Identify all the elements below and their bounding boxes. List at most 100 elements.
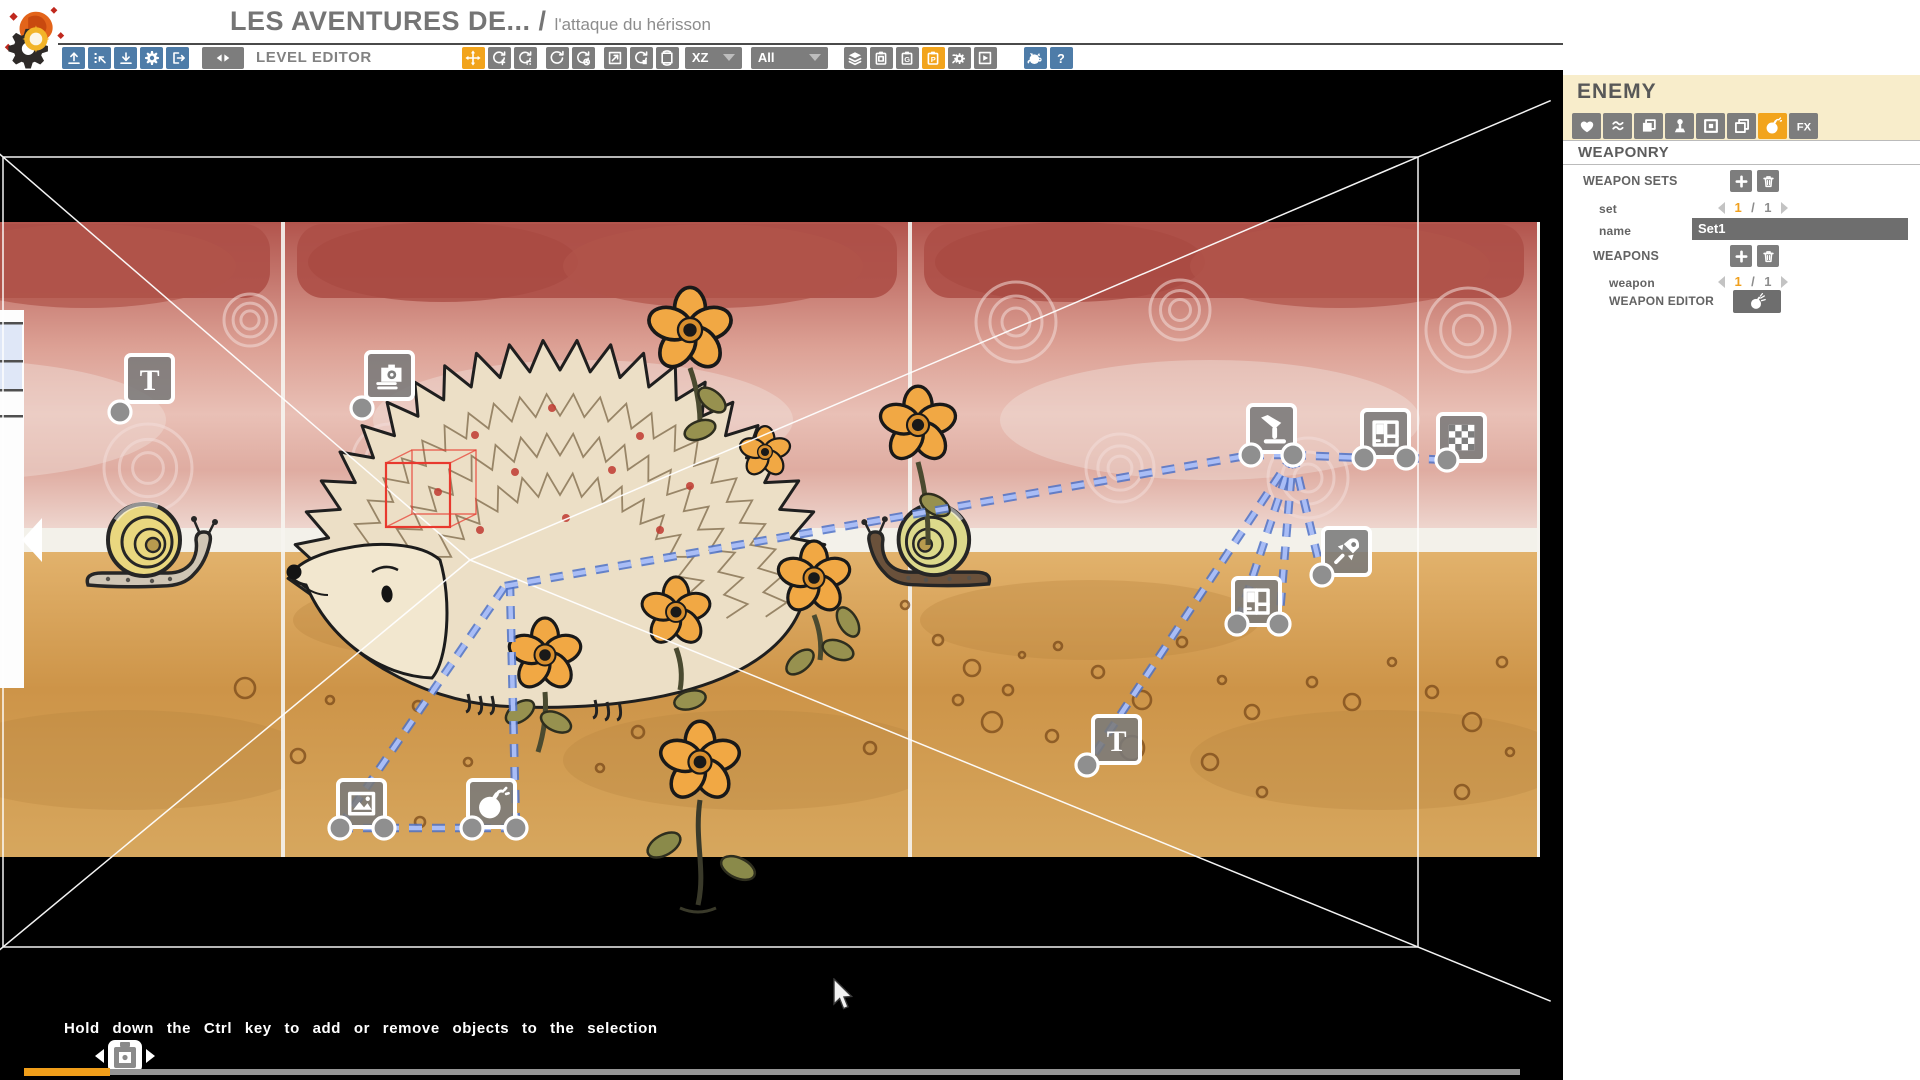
path-knob[interactable] — [1268, 613, 1290, 635]
mode-label: LEVEL EDITOR — [256, 49, 372, 66]
flip-box-icon — [659, 50, 675, 66]
clipboard-button[interactable] — [870, 47, 893, 69]
tab-layers[interactable] — [1634, 113, 1663, 139]
rotate-timed-button[interactable] — [572, 47, 595, 69]
tab-weaponry[interactable] — [1758, 113, 1787, 139]
clipboard-group-button[interactable]: G — [896, 47, 919, 69]
weapon-editor-label: WEAPON EDITOR — [1609, 294, 1714, 308]
path-knob[interactable] — [1226, 613, 1248, 635]
tab-movement[interactable] — [1603, 113, 1632, 139]
file-button-group — [62, 47, 192, 69]
level-editor-app: LES AVENTURES DE... /l'attaque du hériss… — [0, 0, 1920, 1080]
timeline-progress[interactable] — [24, 1068, 110, 1076]
path-knob[interactable] — [1395, 447, 1417, 469]
path-knob[interactable] — [1240, 444, 1262, 466]
open-weapon-editor-button[interactable] — [1733, 290, 1781, 313]
help-icon: ? — [1053, 50, 1069, 66]
prev-weapon-icon[interactable] — [1718, 276, 1725, 288]
help-button[interactable]: ? — [1050, 47, 1073, 69]
prev-frame-icon[interactable] — [95, 1049, 104, 1063]
project-title: LES AVENTURES DE... / — [230, 6, 547, 36]
mouse-cursor — [832, 978, 856, 1012]
rotate-icon — [549, 50, 565, 66]
next-weapon-icon[interactable] — [1781, 276, 1788, 288]
page-title: LES AVENTURES DE... /l'attaque du hériss… — [230, 6, 711, 37]
rotate-object-button[interactable] — [630, 47, 653, 69]
scene-viewport[interactable]: TT — [0, 70, 1563, 1080]
add-weapon-button[interactable] — [1730, 245, 1752, 267]
timeline-track[interactable] — [24, 1069, 1520, 1075]
layers-button[interactable] — [844, 47, 867, 69]
rotate-snap-button[interactable] — [514, 47, 537, 69]
bomb-spray-icon — [1749, 293, 1766, 310]
set-current-value: 1 — [1734, 200, 1741, 215]
path-knob[interactable] — [1282, 444, 1304, 466]
play-button[interactable] — [974, 47, 997, 69]
rotate-square-icon — [633, 50, 649, 66]
delete-weapon-set-button[interactable] — [1757, 170, 1779, 192]
path-knob[interactable] — [505, 817, 527, 839]
level-canvas[interactable]: TT Hold down the Ctrl key to add or remo… — [0, 70, 1563, 1080]
tab-fx[interactable]: FX — [1789, 113, 1818, 139]
path-knob[interactable] — [461, 817, 483, 839]
status-hint: Hold down the Ctrl key to add or remove … — [64, 1020, 658, 1037]
fx-icon: FX — [1795, 117, 1813, 135]
tab-health[interactable] — [1572, 113, 1601, 139]
filter-dropdown[interactable]: All — [751, 47, 828, 69]
text-object-marker[interactable]: T — [126, 355, 173, 402]
rotate-grid-icon — [517, 50, 533, 66]
path-knob[interactable] — [1436, 449, 1458, 471]
path-knob[interactable] — [1076, 754, 1098, 776]
mascot-button[interactable] — [1024, 47, 1047, 69]
path-knob[interactable] — [351, 397, 373, 419]
frame-icon — [1702, 117, 1720, 135]
tab-frame[interactable] — [1696, 113, 1725, 139]
next-frame-icon[interactable] — [146, 1049, 155, 1063]
scale-icon — [607, 50, 623, 66]
path-knob[interactable] — [329, 817, 351, 839]
exit-button[interactable] — [166, 47, 189, 69]
play-icon — [977, 50, 993, 66]
svg-text:P: P — [931, 55, 936, 64]
path-knob[interactable] — [109, 401, 131, 423]
enemy-panel: ENEMY FX WEAPONRY WEAPON SETS set 1 / 1 … — [1563, 70, 1920, 1080]
photo-object-marker[interactable] — [366, 352, 413, 399]
text-object-marker-2[interactable]: T — [1093, 716, 1140, 763]
trash-icon — [1761, 249, 1776, 264]
tab-controls[interactable] — [1665, 113, 1694, 139]
weapons-label: WEAPONS — [1593, 249, 1659, 263]
tile-seam — [281, 222, 285, 857]
flip-object-button[interactable] — [656, 47, 679, 69]
waves-icon — [1609, 117, 1627, 135]
delete-weapon-button[interactable] — [1757, 245, 1779, 267]
weapon-editor-row: WEAPON EDITOR — [1563, 292, 1920, 316]
settings-button[interactable] — [140, 47, 163, 69]
tab-duplicates[interactable] — [1727, 113, 1756, 139]
name-label: name — [1599, 224, 1631, 238]
name-row: name Set1 — [1563, 218, 1920, 242]
path-knob[interactable] — [1311, 564, 1333, 586]
path-knob[interactable] — [1353, 447, 1375, 469]
rotate-free-button[interactable] — [488, 47, 511, 69]
path-knob[interactable] — [373, 817, 395, 839]
main-toolbar: LEVEL EDITOR XZ All G P ? — [0, 46, 1076, 69]
next-set-icon[interactable] — [1781, 202, 1788, 214]
download-button[interactable] — [114, 47, 137, 69]
download-icon — [118, 50, 134, 66]
explosion-gear-logo-icon[interactable] — [2, 2, 66, 74]
import-button[interactable] — [88, 47, 111, 69]
rotate-left-button[interactable] — [546, 47, 569, 69]
add-weapon-set-button[interactable] — [1730, 170, 1752, 192]
weapons-row: WEAPONS — [1563, 245, 1920, 269]
paste-button[interactable]: P — [922, 47, 945, 69]
level-editor-mode-button[interactable] — [202, 47, 244, 69]
axis-dropdown[interactable]: XZ — [685, 47, 742, 69]
prev-set-icon[interactable] — [1718, 202, 1725, 214]
move-tool-button[interactable] — [462, 47, 485, 69]
auto-settings-button[interactable] — [948, 47, 971, 69]
svg-text:FX: FX — [1796, 122, 1811, 134]
weaponry-section-header: WEAPONRY — [1563, 140, 1920, 165]
set-name-input[interactable]: Set1 — [1692, 218, 1908, 240]
scale-tool-button[interactable] — [604, 47, 627, 69]
clipboard-p-icon: P — [925, 50, 941, 66]
